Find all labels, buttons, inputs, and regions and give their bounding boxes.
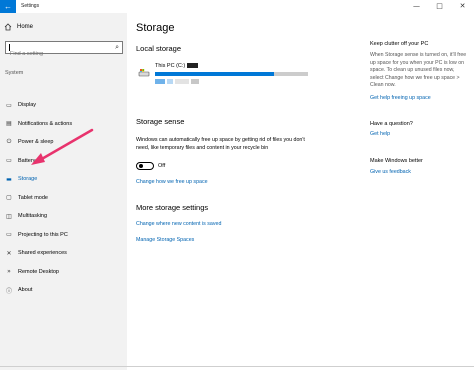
sidebar-item-multitasking[interactable]: ◫ Multitasking: [0, 207, 127, 226]
blurred-pixel: [191, 79, 199, 84]
sidebar-item-label: Display: [18, 102, 37, 109]
get-help-freeing-space-link[interactable]: Get help freeing up space: [370, 95, 431, 101]
window-controls: — □ ✕: [405, 0, 474, 13]
shared-experiences-icon: ✕: [6, 249, 12, 257]
clutter-description: When Storage sense is turned on, it'll f…: [370, 52, 467, 88]
home-label: Home: [17, 24, 34, 30]
change-new-content-location-link[interactable]: Change where new content is saved: [136, 221, 221, 227]
multitasking-icon: ◫: [6, 212, 12, 220]
maximize-button[interactable]: □: [428, 0, 451, 13]
close-icon: ✕: [459, 2, 466, 10]
back-arrow-icon: ←: [4, 2, 12, 11]
give-feedback-link[interactable]: Give us feedback: [370, 169, 411, 175]
change-free-space-link[interactable]: Change how we free up space: [136, 179, 208, 185]
remote-desktop-icon: »: [7, 268, 11, 276]
minimize-button[interactable]: —: [405, 0, 428, 13]
sidebar-item-label: Remote Desktop: [18, 268, 59, 275]
sidebar-item-remote-desktop[interactable]: » Remote Desktop: [0, 263, 127, 282]
bottom-divider: [0, 366, 474, 367]
projecting-icon: ▭: [6, 231, 12, 239]
close-button[interactable]: ✕: [451, 0, 474, 13]
text-caret: [9, 44, 10, 51]
title-bar: ← Settings — □ ✕: [0, 0, 474, 13]
sidebar-item-label: Power & sleep: [18, 139, 54, 146]
sidebar-item-label: About: [18, 287, 33, 294]
drive-name: This PC (C:): [155, 63, 186, 69]
sidebar-item-projecting-to-this-pc[interactable]: ▭ Projecting to this PC: [0, 226, 127, 245]
drive-c-item[interactable]: This PC (C:): [138, 63, 308, 88]
storage-sense-description: Windows can automatically free up space …: [136, 137, 305, 151]
clutter-heading: Keep clutter off your PC: [370, 41, 429, 47]
search-input[interactable]: [6, 48, 106, 60]
main-content: Storage Local storage This PC (C:) Stora…: [127, 13, 357, 370]
about-icon: ⓘ: [5, 287, 12, 295]
sidebar-item-label: Multitasking: [18, 213, 48, 220]
sidebar-item-label: Projecting to this PC: [18, 231, 68, 238]
sidebar-item-storage[interactable]: ▬ Storage: [0, 170, 127, 189]
sidebar-item-label: Notifications & actions: [18, 120, 73, 127]
sidebar-item-label: Tablet mode: [18, 194, 48, 201]
redacted-block: [187, 63, 199, 69]
drive-label: This PC (C:): [155, 63, 199, 69]
blurred-pixel: [167, 79, 173, 84]
drive-blurred-details: [155, 79, 199, 84]
nav-home[interactable]: Home: [4, 23, 33, 31]
sidebar-nav-list: ▭ Display ▤ Notifications & actions ⏻ Power &…: [0, 96, 127, 300]
page-title: Storage: [136, 22, 175, 34]
minimize-icon: —: [413, 2, 420, 10]
home-icon: [4, 23, 12, 31]
storage-sense-heading: Storage sense: [136, 117, 185, 126]
sidebar-item-power-sleep[interactable]: ⏻ Power & sleep: [0, 133, 127, 152]
manage-storage-spaces-link[interactable]: Manage Storage Spaces: [136, 237, 194, 243]
toggle-knob: [139, 164, 143, 168]
toggle-state-label: Off: [158, 163, 166, 169]
display-icon: ▭: [6, 101, 12, 109]
notifications-icon: ▤: [6, 120, 12, 128]
sidebar-item-label: Battery: [18, 157, 36, 164]
sidebar-item-shared-experiences[interactable]: ✕ Shared experiences: [0, 244, 127, 263]
tablet-mode-icon: ▢: [6, 194, 12, 202]
hard-drive-icon: [138, 69, 150, 77]
storage-icon: ▬: [6, 175, 12, 183]
sidebar-item-label: Storage: [18, 176, 38, 183]
window-title: Settings: [21, 3, 40, 9]
search-box[interactable]: ⌕: [5, 41, 123, 60]
drive-usage-fill: [155, 72, 275, 76]
storage-sense-toggle[interactable]: [136, 162, 154, 170]
blurred-pixel: [155, 79, 165, 84]
search-icon[interactable]: ⌕: [115, 43, 119, 52]
get-help-link[interactable]: Get help: [370, 131, 390, 137]
battery-icon: ▭: [6, 157, 12, 165]
question-heading: Have a question?: [370, 121, 413, 127]
sidebar: Home ⌕ System ▭ Display ▤ Notifications & a…: [0, 13, 127, 370]
maximize-icon: □: [436, 2, 443, 10]
sidebar-item-display[interactable]: ▭ Display: [0, 96, 127, 115]
sidebar-item-label: Shared experiences: [18, 250, 67, 257]
sidebar-item-notifications-actions[interactable]: ▤ Notifications & actions: [0, 115, 127, 134]
local-storage-heading: Local storage: [136, 44, 182, 53]
more-storage-settings-heading: More storage settings: [136, 203, 209, 212]
power-icon: ⏻: [6, 138, 12, 146]
sidebar-item-battery[interactable]: ▭ Battery: [0, 152, 127, 171]
make-windows-better-heading: Make Windows better: [370, 158, 423, 164]
right-help-pane: Keep clutter off your PC When Storage se…: [370, 13, 470, 313]
blurred-pixel: [175, 79, 189, 84]
sidebar-item-tablet-mode[interactable]: ▢ Tablet mode: [0, 189, 127, 208]
sidebar-item-about[interactable]: ⓘ About: [0, 281, 127, 300]
back-button[interactable]: ←: [0, 0, 16, 13]
section-label-system: System: [5, 70, 24, 76]
drive-usage-bar: [155, 72, 308, 76]
